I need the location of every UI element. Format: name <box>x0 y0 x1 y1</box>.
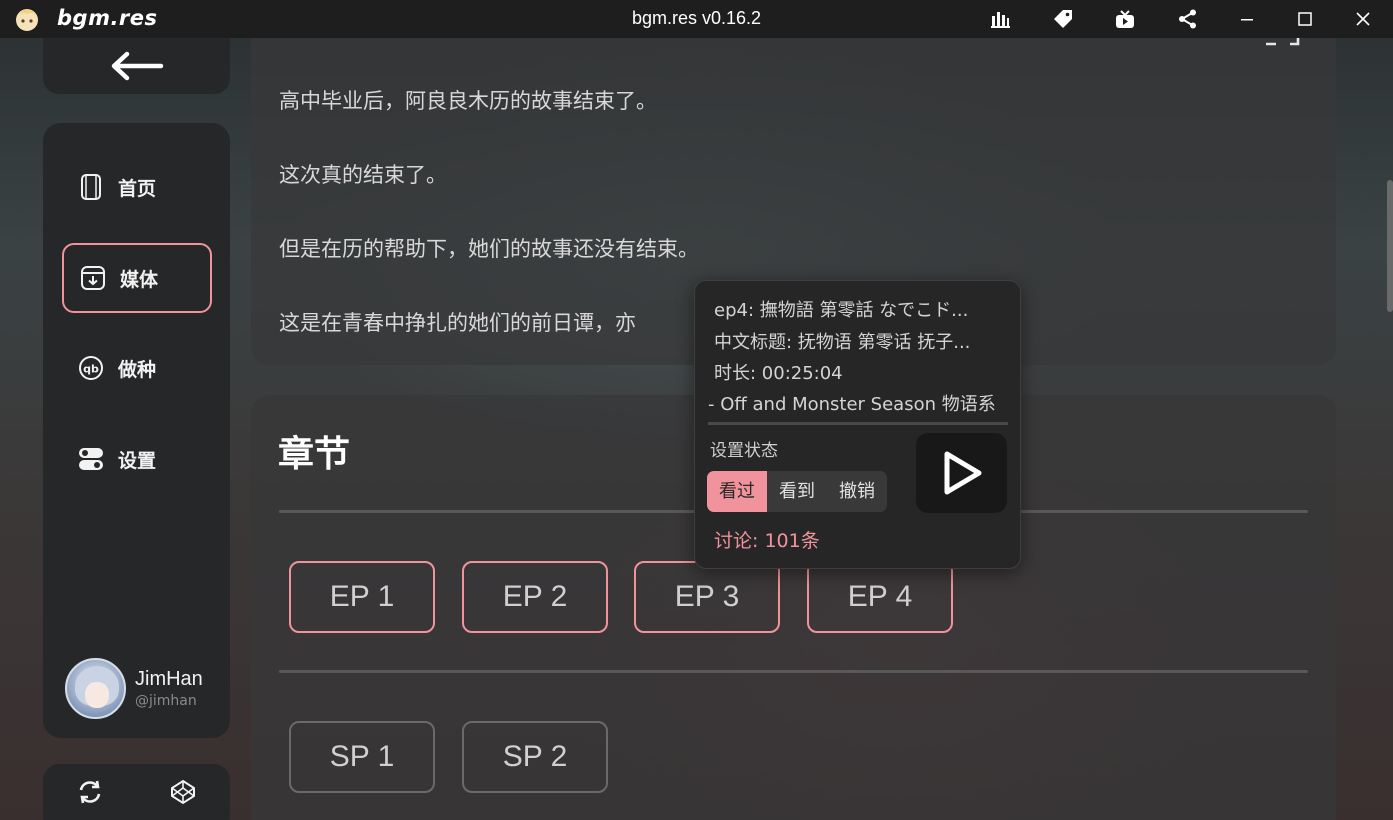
minimize-icon[interactable] <box>1236 8 1258 30</box>
maximize-icon[interactable] <box>1294 8 1316 30</box>
sidebar-item-label: 媒体 <box>120 268 159 291</box>
episode-description: - Off and Monster Season 物语系 <box>708 394 996 415</box>
sidebar-item-label: 首页 <box>118 177 157 200</box>
tag-icon[interactable] <box>1052 8 1074 30</box>
user-handle: @jimhan <box>135 693 197 709</box>
divider <box>279 670 1308 673</box>
user-name: JimHan <box>135 668 203 690</box>
tv-icon[interactable] <box>1114 8 1136 30</box>
status-undo-button[interactable]: 撤销 <box>827 471 887 512</box>
scrollbar[interactable] <box>1387 180 1393 312</box>
episode-button[interactable]: EP 2 <box>462 561 608 633</box>
close-icon[interactable] <box>1352 8 1374 30</box>
arrow-left-icon <box>111 51 163 81</box>
share-icon[interactable] <box>1177 8 1199 30</box>
toggle-icon <box>79 448 103 470</box>
intro-paragraph: 但是在历的帮助下，她们的故事还没有结束。 <box>279 237 699 261</box>
sidebar-item-home[interactable]: 首页 <box>62 152 212 222</box>
episode-button[interactable]: EP 3 <box>634 561 780 633</box>
episode-popover: ep4: 撫物語 第零話 なでこド... 中文标题: 抚物语 第零话 抚子...… <box>694 280 1021 569</box>
play-icon <box>944 451 981 495</box>
codepen-icon[interactable] <box>170 779 196 805</box>
episode-button[interactable]: EP 1 <box>289 561 435 633</box>
sidebar-item-media[interactable]: 媒体 <box>62 243 212 313</box>
intro-paragraph: 这次真的结束了。 <box>279 163 447 187</box>
status-segmented-control: 看过 看到 撤销 <box>707 471 887 512</box>
chapters-title: 章节 <box>278 434 351 475</box>
user-profile[interactable]: JimHan @jimhan <box>65 658 203 719</box>
qbittorrent-icon: qb <box>79 356 103 380</box>
divider <box>708 422 1008 425</box>
sidebar-item-label: 做种 <box>118 358 157 381</box>
special-button[interactable]: SP 1 <box>289 721 435 793</box>
refresh-icon[interactable] <box>77 779 103 805</box>
discussion-link[interactable]: 讨论: 101条 <box>714 526 820 553</box>
svg-text:qb: qb <box>83 363 99 376</box>
status-watched-button[interactable]: 看过 <box>707 471 767 512</box>
sidebar-bottom-actions <box>43 764 230 820</box>
sidebar-nav: 首页 媒体 qb 做种 设置 JimHan @jimhan <box>43 123 230 738</box>
play-button[interactable] <box>916 433 1007 513</box>
intro-paragraph: 这是在青春中挣扎的她们的前日谭，亦 <box>279 311 636 335</box>
episode-duration: 时长: 00:25:04 <box>714 363 843 384</box>
episode-title: ep4: 撫物語 第零話 なでこド... <box>714 300 969 321</box>
sidebar-item-settings[interactable]: 设置 <box>62 424 212 494</box>
special-button[interactable]: SP 2 <box>462 721 608 793</box>
back-button[interactable] <box>43 38 230 94</box>
avatar <box>65 658 126 719</box>
status-label: 设置状态 <box>710 441 778 461</box>
chart-icon[interactable] <box>989 8 1011 30</box>
title-bar: bgm.res bgm.res v0.16.2 <box>0 0 1393 38</box>
intro-paragraph: 高中毕业后，阿良良木历的故事结束了。 <box>279 89 657 113</box>
sidebar-item-label: 设置 <box>118 449 157 472</box>
episode-chinese-title: 中文标题: 抚物语 第零话 抚子... <box>714 332 971 353</box>
download-box-icon <box>81 266 105 290</box>
status-watched-up-to-button[interactable]: 看到 <box>767 471 827 512</box>
phone-icon <box>81 174 101 200</box>
episode-button[interactable]: EP 4 <box>807 561 953 633</box>
sidebar-item-seeding[interactable]: qb 做种 <box>62 333 212 403</box>
